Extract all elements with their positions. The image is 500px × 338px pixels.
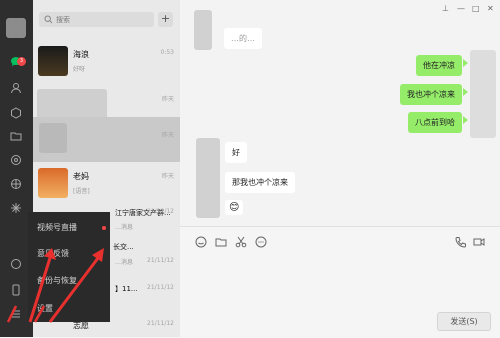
video-call-icon[interactable] (473, 236, 485, 248)
bubble-tail (463, 88, 468, 96)
moments-icon[interactable] (8, 152, 24, 168)
phone-icon[interactable] (8, 282, 24, 298)
miniprogram-icon[interactable] (8, 256, 24, 272)
emoji-icon[interactable] (195, 236, 207, 248)
message-bubble: 那我也冲个凉来 (225, 172, 295, 193)
search-input[interactable]: 搜索 (39, 12, 154, 27)
menu-icon[interactable] (8, 306, 24, 322)
contact-name: 】11... (115, 285, 138, 293)
timestamp: 21/11/12 (147, 320, 174, 327)
minimize-button[interactable]: — (457, 4, 465, 13)
add-button[interactable]: + (158, 12, 173, 27)
folder-icon[interactable] (215, 236, 227, 248)
send-button[interactable]: 发送(S) (437, 312, 491, 331)
timestamp: 21/11/12 (147, 284, 174, 291)
bubble-tail (463, 59, 468, 67)
message-bubble: 八点前到哈 (408, 112, 462, 133)
avatar (38, 168, 68, 198)
chat-history-icon[interactable] (255, 236, 267, 248)
blurred-avatar (39, 123, 67, 153)
message-preview: [语音] (73, 188, 90, 195)
voice-call-icon[interactable] (455, 236, 467, 248)
timestamp: 昨天 (161, 132, 174, 139)
folder-icon[interactable] (8, 128, 24, 144)
search-discover-icon[interactable] (8, 200, 24, 216)
unread-badge: 3 (17, 57, 26, 66)
message-preview: …消息 (115, 259, 134, 266)
menu-item-feedback[interactable]: 意见反馈 (37, 248, 69, 259)
list-item[interactable]: 海浪 好呀 0:53 (33, 40, 180, 85)
timestamp: 0:53 (160, 49, 174, 56)
message-preview: 好呀 (73, 66, 86, 73)
message-preview: …消息 (115, 224, 134, 231)
menu-item-live[interactable]: 视频号直播 (37, 222, 77, 233)
blurred-avatar (194, 10, 212, 50)
notification-dot (102, 226, 106, 230)
maximize-button[interactable]: □ (472, 4, 480, 13)
close-button[interactable]: ✕ (487, 4, 494, 13)
settings-menu: 视频号直播 意见反馈 备份与恢复 设置 (28, 212, 110, 322)
emoji-message: 😊 (225, 200, 244, 215)
search-placeholder: 搜索 (56, 16, 70, 24)
message-bubble: 他在冲凉 (416, 55, 462, 76)
scissors-icon[interactable] (235, 236, 247, 248)
message-bubble: …的… (224, 28, 262, 49)
channels-icon[interactable] (8, 176, 24, 192)
contact-name: 长交... (113, 243, 134, 251)
timestamp: 21/11/12 (147, 257, 174, 264)
timestamp: 21/11/12 (147, 208, 174, 215)
contact-name: 海浪 (73, 50, 89, 59)
blurred-avatar (196, 138, 220, 218)
bubble-tail (463, 116, 468, 124)
timestamp: 昨天 (161, 173, 174, 180)
menu-item-backup[interactable]: 备份与恢复 (37, 275, 77, 286)
favorites-icon[interactable] (8, 105, 24, 121)
blurred-avatar (470, 50, 496, 138)
timestamp: 昨天 (161, 96, 174, 103)
menu-item-settings[interactable]: 设置 (37, 303, 53, 314)
search-icon (44, 15, 53, 24)
avatar[interactable] (6, 18, 26, 38)
chat-panel: ⊥ — □ ✕ …的… 他在冲凉 我也冲个凉来 八点前到哈 好 那我也冲个凉来 … (180, 0, 500, 338)
contacts-icon[interactable] (8, 80, 24, 96)
message-bubble: 我也冲个凉来 (400, 84, 462, 105)
message-bubble: 好 (225, 142, 247, 163)
avatar (38, 46, 68, 76)
list-item[interactable]: 昨天 (33, 117, 180, 162)
pin-button[interactable]: ⊥ (442, 4, 449, 13)
contact-name: 老妈 (73, 172, 89, 181)
